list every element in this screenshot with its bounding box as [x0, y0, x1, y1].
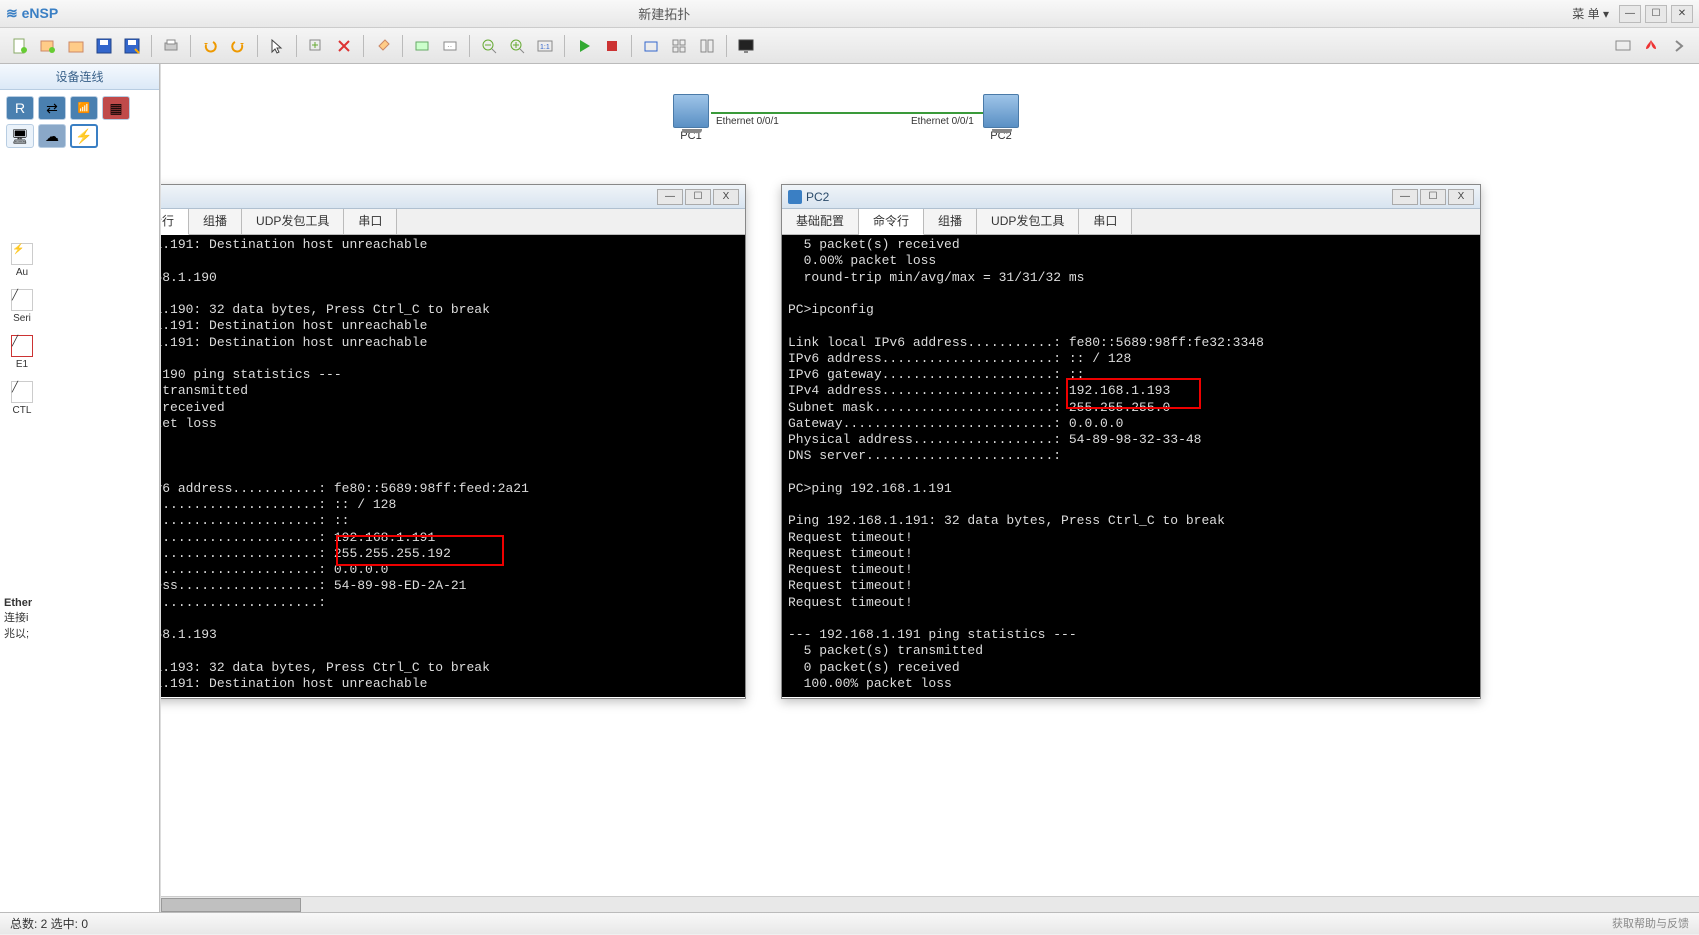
node-pc2[interactable]: PC2	[981, 94, 1021, 142]
minimize-button[interactable]: —	[1392, 189, 1418, 205]
terminal-title: PC2	[806, 190, 1392, 204]
terminal-output[interactable]: From 192.168.1.191: Destination host unr…	[160, 235, 745, 697]
palette-pc[interactable]: 🖥	[6, 124, 34, 148]
terminal-output[interactable]: 5 packet(s) received 0.00% packet loss r…	[782, 235, 1480, 697]
palette-wlan[interactable]: 📶	[70, 96, 98, 120]
palette-connection[interactable]: ⚡	[70, 124, 98, 148]
tooltray-info: Ether 连接i 兆以;	[4, 596, 32, 642]
terminal-titlebar[interactable]: PC1 — ☐ X	[160, 185, 745, 209]
sidebar: 设备连线 R ⇄ 📶 ▦ 🖥 ☁ ⚡	[0, 64, 160, 912]
maximize-button[interactable]: ☐	[685, 189, 711, 205]
message-icon[interactable]	[1611, 34, 1635, 58]
monitor-icon[interactable]	[734, 34, 758, 58]
zoom-100-icon[interactable]: 1:1	[533, 34, 557, 58]
start-icon[interactable]	[572, 34, 596, 58]
palette-cloud[interactable]: ☁	[38, 124, 66, 148]
redo-icon[interactable]	[226, 34, 250, 58]
zoom-out-icon[interactable]	[477, 34, 501, 58]
svg-text:··: ··	[447, 42, 452, 51]
new-project-icon[interactable]	[36, 34, 60, 58]
link-label-right: Ethernet 0/0/1	[911, 116, 974, 127]
open-icon[interactable]	[64, 34, 88, 58]
terminal-pc2[interactable]: PC2 — ☐ X 基础配置 命令行 组播 UDP发包工具 串口 5 packe…	[781, 184, 1481, 699]
status-left: 总数: 2 选中: 0	[10, 913, 88, 934]
canvas[interactable]: PC1 PC2 Ethernet 0/0/1 Ethernet 0/0/1 PC…	[160, 64, 1699, 912]
titlebar: ≋ eNSP 新建拓扑 菜 单 ▾ — ☐ ✕	[0, 0, 1699, 28]
tab-udp[interactable]: UDP发包工具	[242, 209, 344, 234]
terminal-titlebar[interactable]: PC2 — ☐ X	[782, 185, 1480, 209]
terminal-pc1[interactable]: PC1 — ☐ X 基础配置 命令行 组播 UDP发包工具 串口 From 19…	[160, 184, 746, 699]
terminal-tabs: 基础配置 命令行 组播 UDP发包工具 串口	[160, 209, 745, 235]
minimize-button[interactable]: —	[1619, 5, 1641, 23]
scrollbar-thumb[interactable]	[161, 898, 301, 912]
menu-button[interactable]: 菜 单 ▾	[1566, 3, 1615, 24]
zoom-in-icon[interactable]	[304, 34, 328, 58]
close-button[interactable]: X	[1448, 189, 1474, 205]
terminal-tabs: 基础配置 命令行 组播 UDP发包工具 串口	[782, 209, 1480, 235]
horizontal-scrollbar[interactable]	[161, 896, 1699, 912]
pc-icon	[673, 94, 709, 128]
tab-basic[interactable]: 基础配置	[782, 209, 859, 234]
link-label-left: Ethernet 0/0/1	[716, 116, 779, 127]
tab-multicast[interactable]: 组播	[189, 209, 242, 234]
device-palette: R ⇄ 📶 ▦ 🖥 ☁ ⚡	[0, 90, 159, 154]
huawei-icon[interactable]	[1639, 34, 1663, 58]
tooltray-e1[interactable]: ╱E1	[4, 332, 40, 372]
text-icon[interactable]: ··	[438, 34, 462, 58]
print-icon[interactable]	[159, 34, 183, 58]
rect-icon[interactable]	[410, 34, 434, 58]
minimize-button[interactable]: —	[657, 189, 683, 205]
arrange-icon[interactable]	[695, 34, 719, 58]
save-icon[interactable]	[92, 34, 116, 58]
tooltray-ctl[interactable]: ╱CTL	[4, 378, 40, 418]
terminal-title: PC1	[160, 190, 657, 204]
palette-router[interactable]: R	[6, 96, 34, 120]
close-button[interactable]: X	[713, 189, 739, 205]
palette-firewall[interactable]: ▦	[102, 96, 130, 120]
undo-icon[interactable]	[198, 34, 222, 58]
tab-multicast[interactable]: 组播	[924, 209, 977, 234]
sidebar-header: 设备连线	[0, 64, 159, 90]
maximize-button[interactable]: ☐	[1645, 5, 1667, 23]
pc-icon	[983, 94, 1019, 128]
window-title: 新建拓扑	[638, 4, 690, 23]
app-logo: ≋ eNSP	[6, 5, 58, 22]
tab-udp[interactable]: UDP发包工具	[977, 209, 1079, 234]
status-right: 获取帮助与反馈	[1612, 913, 1689, 934]
pointer-icon[interactable]	[265, 34, 289, 58]
saveas-icon[interactable]	[120, 34, 144, 58]
tooltray-auto[interactable]: ⚡Au	[4, 240, 40, 280]
chevron-right-icon[interactable]	[1667, 34, 1691, 58]
toolbar: ·· 1:1	[0, 28, 1699, 64]
capture-icon[interactable]	[639, 34, 663, 58]
zoom-fit-icon[interactable]	[505, 34, 529, 58]
statusbar: 总数: 2 选中: 0 获取帮助与反馈	[0, 912, 1699, 934]
tab-serial[interactable]: 串口	[344, 209, 397, 234]
terminal-icon	[788, 190, 802, 204]
tooltray-serial[interactable]: ╱Seri	[4, 286, 40, 326]
tab-cli[interactable]: 命令行	[859, 209, 924, 235]
palette-switch[interactable]: ⇄	[38, 96, 66, 120]
stop-icon[interactable]	[600, 34, 624, 58]
svg-text:1:1: 1:1	[540, 44, 550, 51]
grid-icon[interactable]	[667, 34, 691, 58]
tab-serial[interactable]: 串口	[1079, 209, 1132, 234]
close-button[interactable]: ✕	[1671, 5, 1693, 23]
node-pc1[interactable]: PC1	[671, 94, 711, 142]
maximize-button[interactable]: ☐	[1420, 189, 1446, 205]
broom-icon[interactable]	[371, 34, 395, 58]
new-doc-icon[interactable]	[8, 34, 32, 58]
delete-icon[interactable]	[332, 34, 356, 58]
tab-cli[interactable]: 命令行	[160, 209, 189, 235]
link-line[interactable]	[711, 112, 983, 114]
